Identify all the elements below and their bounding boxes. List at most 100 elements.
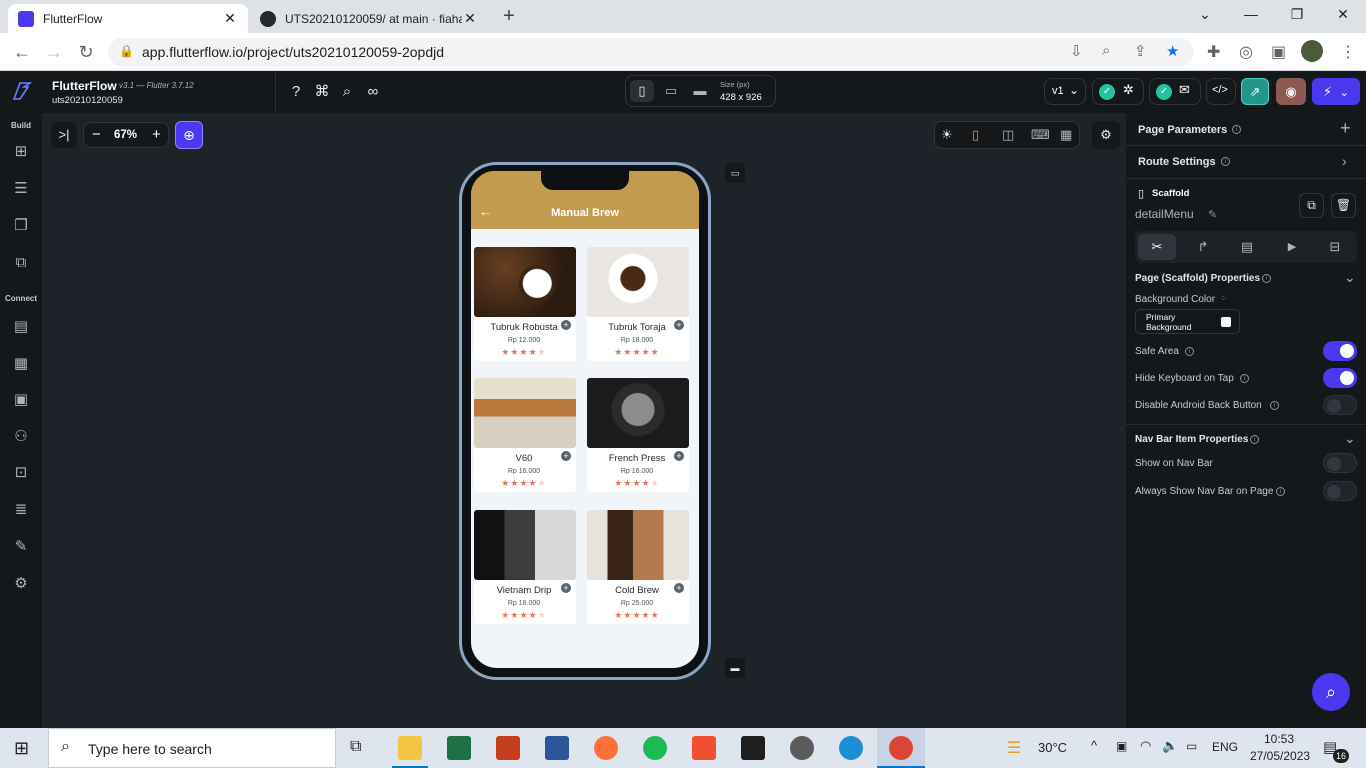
route-settings-row[interactable]: Route Settings i › (1126, 146, 1366, 179)
color-picker-icon[interactable]: ⁘ (1220, 294, 1227, 303)
app-state-icon[interactable]: ▦ (11, 354, 31, 374)
clock-date[interactable]: 27/05/2023 (1250, 749, 1310, 763)
disable-back-toggle[interactable] (1323, 395, 1357, 415)
expand-width-icon[interactable]: ▭ (725, 163, 745, 183)
sticky-app-icon[interactable] (741, 736, 765, 760)
extension-icon[interactable]: ◎ (1239, 42, 1253, 62)
add-to-cart-icon[interactable]: + (674, 320, 684, 330)
hide-keyboard-toggle[interactable] (1323, 368, 1357, 388)
theme-settings-icon[interactable]: ✎ (11, 537, 31, 557)
product-card[interactable]: Tubruk Robusta + Rp 12.000 ★★★★★ (474, 247, 576, 361)
minimize-button[interactable]: — (1241, 6, 1261, 22)
git-icon[interactable] (692, 736, 716, 760)
close-window-button[interactable]: ✕ (1333, 6, 1353, 23)
edge-icon[interactable] (839, 736, 863, 760)
debug-bug-icon[interactable]: ✲ (1123, 82, 1134, 98)
device-frame-icon[interactable]: ▯ (972, 127, 979, 143)
tab-flutterflow[interactable]: FlutterFlow ✕ (8, 4, 248, 33)
tab-properties-icon[interactable]: ✂ (1138, 234, 1176, 260)
bookmark-star-icon[interactable]: ★ (1166, 42, 1179, 60)
battery-icon[interactable]: ▭ (1186, 739, 1197, 753)
weather-icon[interactable]: ☰ (1007, 738, 1021, 758)
chrome-menu-icon[interactable]: ⋮ (1340, 42, 1356, 62)
windows-start-icon[interactable]: ⊞ (14, 738, 29, 759)
chevron-down-icon[interactable]: ⌄ (1344, 430, 1356, 447)
comments-icon[interactable]: ✉ (1179, 82, 1190, 98)
desktop-device-icon[interactable]: ▬ (688, 80, 712, 102)
reload-icon[interactable]: ↻ (74, 40, 98, 64)
edit-pencil-icon[interactable]: ✎ (1208, 208, 1217, 221)
tab-actions-icon[interactable]: ↱ (1184, 234, 1222, 260)
close-tab-icon[interactable]: ✕ (462, 10, 478, 27)
share-icon[interactable]: ⇪ (1134, 42, 1147, 60)
forward-icon[interactable]: → (42, 40, 66, 64)
always-show-nav-toggle[interactable] (1323, 481, 1357, 501)
page-selector-icon[interactable]: ❐ (11, 216, 31, 236)
version-select[interactable]: v1 ⌄ (1044, 78, 1086, 105)
new-tab-button[interactable]: + (496, 5, 522, 29)
chevron-up-icon[interactable]: ^ (1091, 738, 1097, 753)
tab-documentation-icon[interactable]: ⊟ (1316, 234, 1354, 260)
sidebar-icon[interactable]: ▣ (1271, 42, 1286, 62)
command-icon[interactable]: ⌘ (311, 81, 333, 103)
expand-height-icon[interactable]: ▬ (725, 658, 745, 678)
zoom-out-icon[interactable]: − (92, 126, 101, 143)
profile-avatar[interactable] (1301, 40, 1323, 62)
taskbar-search[interactable]: ⌕ Type here to search (48, 728, 336, 768)
add-widget-icon[interactable]: ⊕ (175, 121, 203, 149)
chrome-icon[interactable] (889, 736, 913, 760)
weather-temp[interactable]: 30°C (1038, 740, 1067, 755)
tab-search-icon[interactable]: ⌄ (1195, 6, 1215, 23)
page-parameters-row[interactable]: Page Parameters i + (1126, 113, 1366, 146)
search-fab-icon[interactable]: ⌕ (1312, 673, 1350, 711)
add-to-cart-icon[interactable]: + (561, 451, 571, 461)
flutterflow-logo-icon[interactable] (10, 80, 32, 102)
delete-trash-icon[interactable]: 🗑 (1331, 193, 1356, 218)
settings-gear-icon[interactable]: ⚙ (11, 574, 31, 594)
zoom-in-icon[interactable]: + (152, 126, 161, 143)
tab-github[interactable]: UTS20210120059/ at main · fiaha ✕ (250, 4, 488, 33)
keyboard-icon[interactable]: ⌨ (1031, 127, 1050, 143)
tab-animations-icon[interactable]: ▶ (1273, 234, 1311, 260)
tab-backend-query-icon[interactable]: ▤ (1228, 234, 1266, 260)
volume-icon[interactable]: 🔈 (1162, 738, 1178, 754)
add-parameter-icon[interactable]: + (1340, 118, 1351, 139)
firestore-icon[interactable]: ▤ (11, 317, 31, 337)
wifi-icon[interactable]: ◠ (1140, 738, 1151, 754)
preview-eye-icon[interactable]: ◉ (1276, 78, 1306, 105)
search-icon[interactable]: ⌕ (336, 81, 358, 103)
back-icon[interactable]: ← (10, 40, 34, 64)
tablet-frame-icon[interactable]: ◫ (1002, 127, 1014, 143)
light-mode-icon[interactable]: ☀ (941, 127, 953, 143)
phone-device-icon[interactable]: ▯ (630, 80, 654, 102)
clock-time[interactable]: 10:53 (1264, 732, 1294, 746)
widget-tree-icon[interactable]: ☰ (11, 179, 31, 199)
theme-icon[interactable]: ≣ (11, 500, 31, 520)
zoom-icon[interactable]: ⌕ (1102, 42, 1110, 59)
open-external-icon[interactable]: ⇗ (1241, 78, 1269, 105)
install-app-icon[interactable]: ⇩ (1070, 42, 1083, 60)
widget-palette-icon[interactable]: ⊞ (11, 142, 31, 162)
collapse-panel-icon[interactable]: >| (51, 122, 77, 148)
maximize-button[interactable]: ❐ (1287, 6, 1307, 23)
canvas-settings-icon[interactable]: ⚙ (1092, 121, 1120, 149)
language-indicator[interactable]: ENG (1212, 740, 1238, 754)
powerpoint-icon[interactable] (496, 736, 520, 760)
safe-area-toggle[interactable] (1323, 341, 1357, 361)
task-view-icon[interactable]: ⧉ (350, 738, 361, 756)
chevron-down-icon[interactable]: ⌄ (1344, 269, 1356, 286)
product-card[interactable]: Tubruk Toraja + Rp 18.000 ★★★★★ (587, 247, 689, 361)
background-color-field[interactable]: Primary Background (1135, 309, 1240, 334)
product-card[interactable]: French Press + Rp 16.000 ★★★★★ (587, 378, 689, 492)
tray-app-icon[interactable]: ▣ (1116, 739, 1127, 753)
api-calls-icon[interactable]: ▣ (11, 390, 31, 410)
file-explorer-icon[interactable] (398, 736, 422, 760)
tablet-device-icon[interactable]: ▭ (659, 80, 683, 102)
check-icon[interactable]: ✓ (1156, 84, 1172, 100)
media-assets-icon[interactable]: ⊡ (11, 463, 31, 483)
help-icon[interactable]: ? (285, 81, 307, 103)
spotify-icon[interactable] (643, 736, 667, 760)
code-view-button[interactable]: </> (1206, 78, 1236, 105)
grid-icon[interactable]: ▦ (1060, 127, 1072, 143)
whatsapp-icon[interactable] (790, 736, 814, 760)
